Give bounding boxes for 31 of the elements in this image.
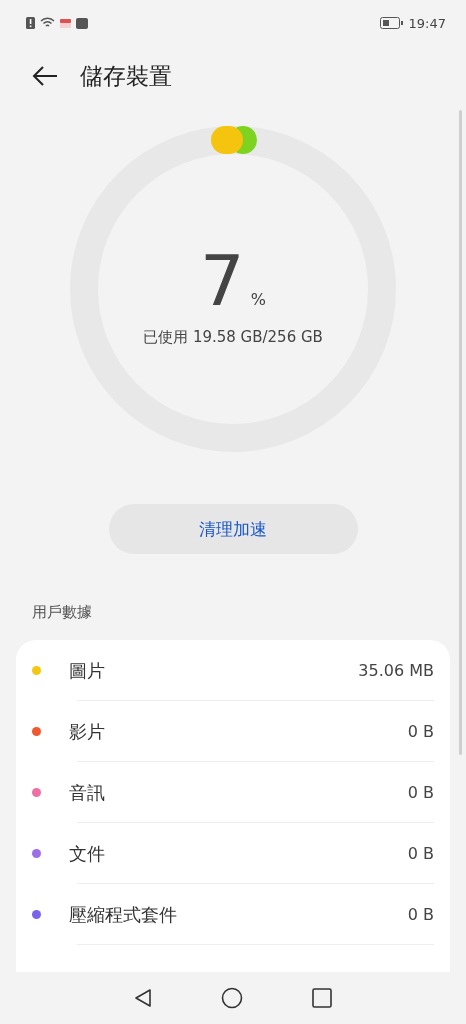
battery-icon xyxy=(379,17,403,29)
notification-icon xyxy=(60,18,71,28)
storage-item[interactable]: 圖片 35.06 MB xyxy=(16,640,450,701)
category-name: 文件 xyxy=(69,841,106,866)
section-title: 用戶數據 xyxy=(32,603,92,622)
category-name: 音訊 xyxy=(69,780,106,805)
clean-button[interactable]: 清理加速 xyxy=(108,504,358,554)
home-nav-icon[interactable] xyxy=(221,987,243,1009)
category-name: 壓縮程式套件 xyxy=(69,902,178,927)
category-name: 影片 xyxy=(69,719,106,744)
storage-item[interactable]: 影片 0 B xyxy=(16,701,450,762)
wifi-icon xyxy=(40,17,55,29)
back-nav-icon[interactable] xyxy=(134,988,153,1008)
usage-percent: 7 xyxy=(200,246,245,316)
app-icon xyxy=(76,17,88,29)
usage-detail: 已使用 19.58 GB/256 GB xyxy=(143,328,323,347)
storage-item[interactable]: 音訊 0 B xyxy=(16,762,450,823)
category-size: 0 B xyxy=(407,722,434,741)
category-name: 圖片 xyxy=(69,658,106,683)
back-arrow-icon[interactable] xyxy=(32,66,58,86)
storage-item[interactable]: 壓縮程式套件 0 B xyxy=(16,884,450,945)
category-size: 35.06 MB xyxy=(358,661,434,680)
page-title: 儲存裝置 xyxy=(80,61,172,91)
category-size: 0 B xyxy=(407,783,434,802)
recents-nav-icon[interactable] xyxy=(311,988,332,1008)
category-size: 0 B xyxy=(407,844,434,863)
percent-unit: % xyxy=(250,290,266,309)
alert-icon xyxy=(26,17,35,29)
storage-item[interactable]: 文件 0 B xyxy=(16,823,450,884)
status-time: 19:47 xyxy=(408,15,446,31)
category-size: 0 B xyxy=(407,905,434,924)
